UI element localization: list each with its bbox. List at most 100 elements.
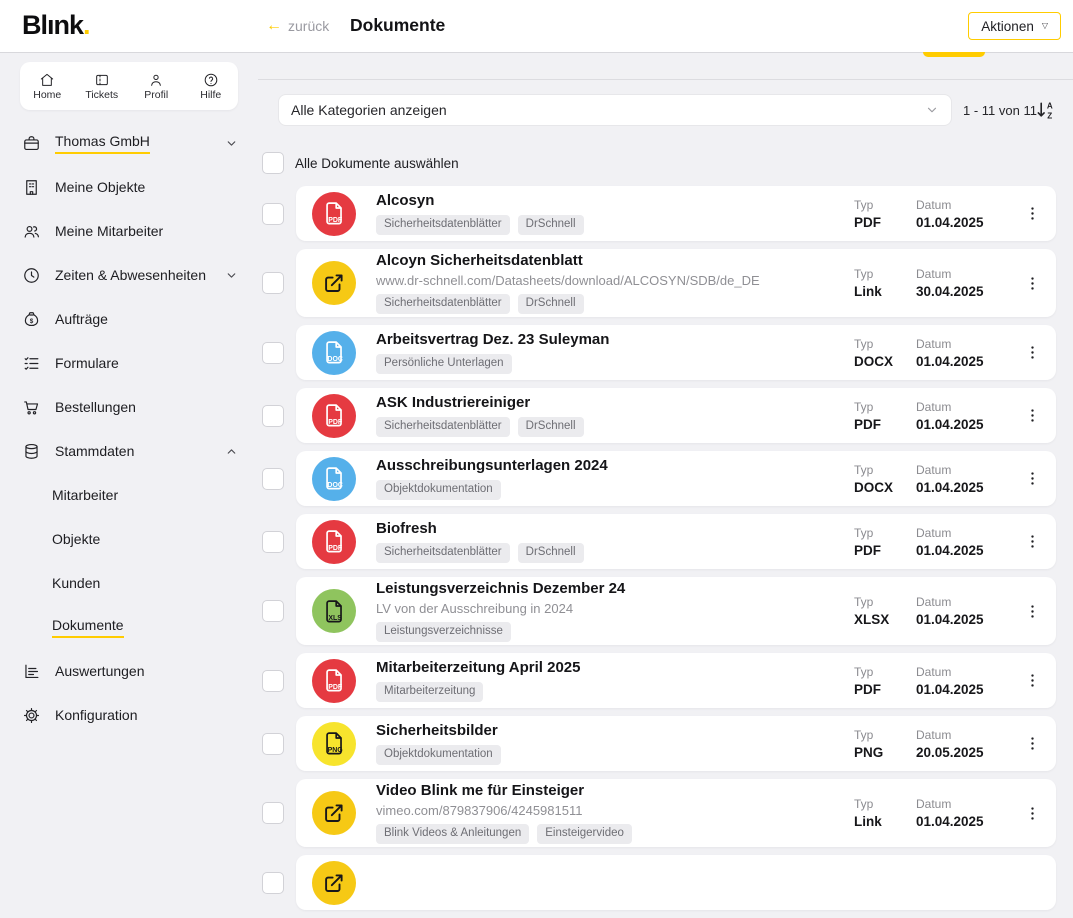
row-checkbox[interactable] <box>262 203 284 225</box>
tag-chip: DrSchnell <box>518 543 584 563</box>
tag-chip: Sicherheitsdatenblätter <box>376 294 510 314</box>
briefcase-icon <box>22 134 42 153</box>
date-label: Datum <box>916 400 1008 414</box>
date-label: Datum <box>916 526 1008 540</box>
row-menu-button[interactable] <box>1022 805 1042 822</box>
pagination-label: 1 - 11 von 11 <box>963 94 1037 126</box>
sidebar-item-bestellungen[interactable]: Bestellungen <box>0 385 258 429</box>
actions-button[interactable]: Aktionen ▽ <box>968 12 1061 40</box>
document-row: PDF Mitarbeiterzeitung April 2025Mitarbe… <box>262 653 1056 708</box>
row-menu-button[interactable] <box>1022 344 1042 361</box>
type-value: PDF <box>854 682 902 697</box>
row-menu-button[interactable] <box>1022 275 1042 292</box>
category-filter-select[interactable]: Alle Kategorien anzeigen <box>278 94 952 126</box>
sidebar-item-meine-objekte[interactable]: Meine Objekte <box>0 165 258 209</box>
document-card[interactable]: Alcoyn Sicherheitsdatenblattwww.dr-schne… <box>296 249 1056 317</box>
document-card[interactable] <box>296 855 1056 910</box>
row-checkbox[interactable] <box>262 531 284 553</box>
main-content: Alle Kategorien anzeigen 1 - 11 von 11 A… <box>258 52 1073 866</box>
back-button[interactable]: ← zurück <box>266 17 329 35</box>
row-checkbox[interactable] <box>262 272 284 294</box>
quick-nav-tickets[interactable]: Tickets <box>75 72 129 101</box>
type-value: DOCX <box>854 354 902 369</box>
select-all-checkbox[interactable] <box>262 152 284 174</box>
sort-alphabetical-button[interactable]: A Z <box>1034 99 1056 121</box>
tag-chip: Sicherheitsdatenblätter <box>376 543 510 563</box>
date-value: 30.04.2025 <box>916 284 1008 299</box>
document-card[interactable]: DOC Ausschreibungsunterlagen 2024Objektd… <box>296 451 1056 506</box>
date-label: Datum <box>916 595 1008 609</box>
type-label: Typ <box>854 665 902 679</box>
quick-nav-home[interactable]: Home <box>20 72 74 101</box>
sidebar-item-meine-mitarbeiter[interactable]: Meine Mitarbeiter <box>0 209 258 253</box>
sidebar-item-objekte[interactable]: Objekte <box>0 517 258 561</box>
document-card[interactable]: PDF Mitarbeiterzeitung April 2025Mitarbe… <box>296 653 1056 708</box>
row-menu-button[interactable] <box>1022 407 1042 424</box>
sidebar-item-thomas-gmbh[interactable]: Thomas GmbH <box>0 121 258 165</box>
png-file-icon: PNG <box>312 722 356 766</box>
row-menu-button[interactable] <box>1022 603 1042 620</box>
row-checkbox[interactable] <box>262 342 284 364</box>
tag-list: Leistungsverzeichnisse <box>376 622 854 642</box>
external-link-icon <box>312 791 356 835</box>
document-card[interactable]: Video Blink me für Einsteigervimeo.com/8… <box>296 779 1056 847</box>
sidebar-item-aufträge[interactable]: $Aufträge <box>0 297 258 341</box>
sidebar-item-kunden[interactable]: Kunden <box>0 561 258 605</box>
row-checkbox[interactable] <box>262 600 284 622</box>
document-card[interactable]: XLS Leistungsverzeichnis Dezember 24LV v… <box>296 577 1056 645</box>
document-title: Arbeitsvertrag Dez. 23 Suleyman <box>376 331 854 350</box>
document-card[interactable]: PDF ASK IndustriereinigerSicherheitsdate… <box>296 388 1056 443</box>
sidebar-item-auswertungen[interactable]: Auswertungen <box>0 649 258 693</box>
tag-chip: Objektdokumentation <box>376 745 501 765</box>
document-card[interactable]: PDF AlcosynSicherheitsdatenblätterDrSchn… <box>296 186 1056 241</box>
row-menu-button[interactable] <box>1022 735 1042 752</box>
sidebar-item-mitarbeiter[interactable]: Mitarbeiter <box>0 473 258 517</box>
search-button-partial[interactable] <box>923 52 985 57</box>
row-checkbox[interactable] <box>262 468 284 490</box>
row-menu-button[interactable] <box>1022 205 1042 222</box>
tag-chip: Mitarbeiterzeitung <box>376 682 483 702</box>
sidebar-item-label: Meine Objekte <box>55 179 145 195</box>
row-checkbox[interactable] <box>262 802 284 824</box>
tag-chip: Sicherheitsdatenblätter <box>376 215 510 235</box>
row-menu-button[interactable] <box>1022 533 1042 550</box>
document-title: Sicherheitsbilder <box>376 722 854 741</box>
document-title: Alcosyn <box>376 192 854 211</box>
sidebar-item-zeiten-abwesenheiten[interactable]: Zeiten & Abwesenheiten <box>0 253 258 297</box>
row-menu-button[interactable] <box>1022 470 1042 487</box>
sidebar-item-formulare[interactable]: Formulare <box>0 341 258 385</box>
quick-nav-hilfe[interactable]: Hilfe <box>184 72 238 101</box>
sidebar-item-konfiguration[interactable]: Konfiguration <box>0 693 258 737</box>
svg-text:PDF: PDF <box>328 217 342 224</box>
pdf-file-icon: PDF <box>312 192 356 236</box>
quick-nav-label: Profil <box>144 89 168 101</box>
row-checkbox[interactable] <box>262 405 284 427</box>
document-card[interactable]: PDF BiofreshSicherheitsdatenblätterDrSch… <box>296 514 1056 569</box>
tag-chip: Persönliche Unterlagen <box>376 354 512 374</box>
chevron-down-icon: ▽ <box>1042 22 1048 30</box>
sidebar-item-dokumente[interactable]: Dokumente <box>0 605 258 649</box>
row-menu-button[interactable] <box>1022 672 1042 689</box>
sidebar-item-label: Bestellungen <box>55 399 136 415</box>
row-checkbox[interactable] <box>262 670 284 692</box>
row-checkbox[interactable] <box>262 872 284 894</box>
svg-text:PDF: PDF <box>328 419 342 426</box>
pdf-file-icon: PDF <box>312 394 356 438</box>
svg-text:DOC: DOC <box>327 482 343 489</box>
type-value: PDF <box>854 417 902 432</box>
document-card[interactable]: DOC Arbeitsvertrag Dez. 23 SuleymanPersö… <box>296 325 1056 380</box>
quick-nav-profil[interactable]: Profil <box>129 72 183 101</box>
svg-text:PDF: PDF <box>328 684 342 691</box>
document-row: DOC Ausschreibungsunterlagen 2024Objektd… <box>262 451 1056 506</box>
date-label: Datum <box>916 728 1008 742</box>
clock-icon <box>22 266 42 285</box>
document-subtitle: www.dr-schnell.com/Datasheets/download/A… <box>376 273 854 289</box>
document-card[interactable]: PNG Sicherheitsbilder Objektdokumentation… <box>296 716 1056 771</box>
category-filter-value: Alle Kategorien anzeigen <box>291 102 447 118</box>
date-value: 01.04.2025 <box>916 543 1008 558</box>
document-title: Video Blink me für Einsteiger <box>376 782 854 801</box>
tag-chip: DrSchnell <box>518 294 584 314</box>
sidebar-item-stammdaten[interactable]: Stammdaten <box>0 429 258 473</box>
back-arrow-icon: ← <box>266 17 282 35</box>
row-checkbox[interactable] <box>262 733 284 755</box>
